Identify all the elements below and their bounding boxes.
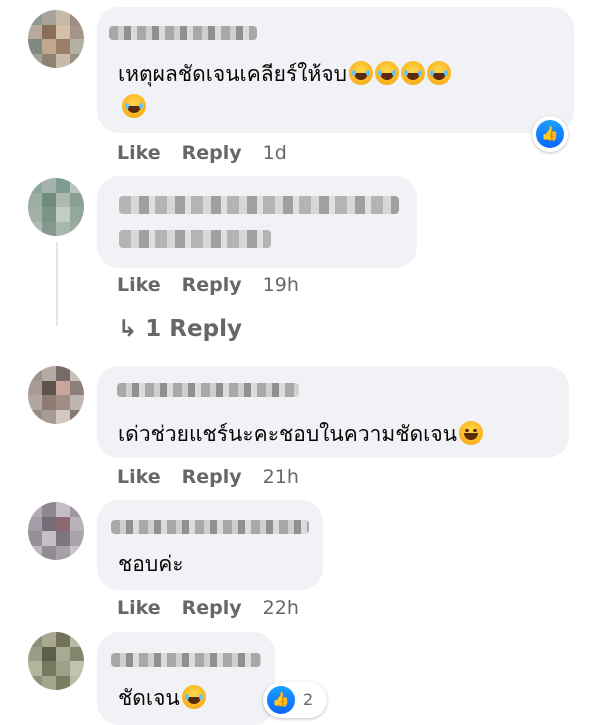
comment-bubble: เด่วช่วยแชร์นะคะชอบในความชัดเจน	[97, 366, 569, 458]
comment-actions: Like Reply 22h	[117, 597, 320, 619]
replies-count-label: 1 Reply	[145, 316, 242, 342]
laughing-tears-emoji-icon	[374, 61, 399, 85]
like-button[interactable]: Like	[117, 274, 161, 296]
avatar[interactable]	[28, 10, 84, 68]
thumbs-up-icon: 👍	[536, 120, 564, 148]
comment-bubble: เหตุผลชัดเจนเคลียร์ให้จบ	[97, 7, 574, 133]
reply-button[interactable]: Reply	[182, 466, 242, 488]
laughing-tears-emoji-icon	[400, 61, 425, 85]
comment-actions: Like Reply 19h	[117, 274, 320, 296]
comment-text-content: ชอบค่ะ	[118, 552, 184, 576]
comment-actions: Like Reply 1d	[117, 142, 308, 164]
commenter-name[interactable]	[117, 383, 299, 397]
like-button[interactable]: Like	[117, 466, 161, 488]
like-button[interactable]: Like	[117, 597, 161, 619]
comment-bubble: ชัดเจน	[97, 632, 275, 725]
laughing-tears-emoji-icon	[348, 61, 373, 85]
comment-bubble: ชอบค่ะ	[97, 500, 323, 590]
like-reaction-badge[interactable]: 👍	[532, 116, 568, 152]
comment-actions: Like Reply 21h	[117, 466, 320, 488]
reply-button[interactable]: Reply	[182, 274, 242, 296]
comment-text: เหตุผลชัดเจนเคลียร์ให้จบ	[118, 58, 451, 91]
like-button[interactable]: Like	[117, 142, 161, 164]
comment-text: เด่วช่วยแชร์นะคะชอบในความชัดเจน	[118, 418, 483, 451]
thumbs-up-icon: 👍	[267, 686, 295, 714]
reply-button[interactable]: Reply	[182, 142, 242, 164]
commenter-name[interactable]	[109, 26, 257, 40]
timestamp[interactable]: 1d	[263, 142, 287, 164]
timestamp[interactable]: 22h	[263, 597, 299, 619]
reaction-count: 2	[303, 690, 314, 709]
timestamp[interactable]: 21h	[263, 466, 299, 488]
timestamp[interactable]: 19h	[263, 274, 299, 296]
comment-text-content: เด่วช่วยแชร์นะคะชอบในความชัดเจน	[118, 422, 457, 446]
avatar[interactable]	[28, 178, 84, 236]
grinning-emoji-icon	[459, 421, 483, 445]
commenter-name[interactable]	[111, 653, 261, 667]
like-reaction-badge[interactable]: 👍 2	[263, 682, 327, 718]
comment-text: ชอบค่ะ	[118, 548, 184, 581]
comment-text: ชัดเจน	[118, 682, 206, 715]
comment-bubble	[97, 176, 417, 268]
laughing-tears-emoji-icon	[426, 61, 451, 85]
comment-text-content: เหตุผลชัดเจนเคลียร์ให้จบ	[118, 62, 347, 86]
avatar[interactable]	[28, 502, 84, 560]
reply-thread-line	[56, 242, 58, 326]
blurred-comment-text	[119, 230, 271, 248]
blurred-comment-text	[119, 196, 399, 214]
laughing-tears-emoji-icon	[122, 94, 146, 118]
laughing-tears-emoji-icon	[181, 685, 206, 709]
comment-text-content: ชัดเจน	[118, 686, 180, 710]
avatar[interactable]	[28, 366, 84, 424]
commenter-name[interactable]	[111, 520, 309, 534]
avatar[interactable]	[28, 632, 84, 690]
view-replies-link[interactable]: ↳ 1 Reply	[118, 316, 242, 342]
reply-button[interactable]: Reply	[182, 597, 242, 619]
reply-arrow-icon: ↳	[118, 316, 138, 342]
